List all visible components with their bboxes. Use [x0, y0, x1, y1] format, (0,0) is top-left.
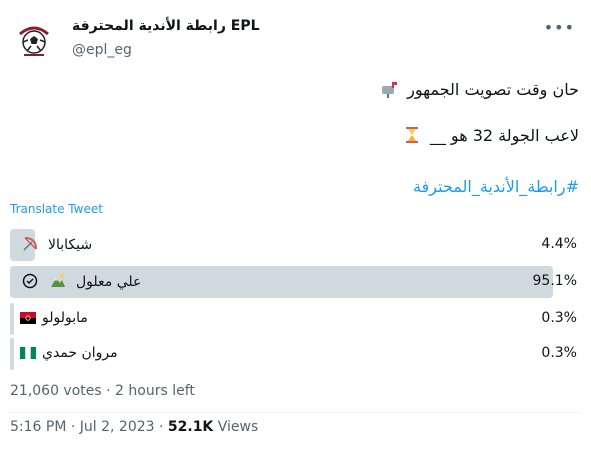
football-logo-icon [14, 20, 54, 60]
angola-flag-icon [20, 312, 36, 324]
poll-percent: 95.1% [532, 273, 577, 289]
tweet-text-1: حان وقت تصويت الجمهور [407, 80, 579, 99]
poll-bar [10, 338, 14, 370]
poll-summary: 21,060 votes · 2 hours left [10, 383, 195, 399]
mailbox-icon [380, 80, 398, 98]
bow-and-arrow-icon [20, 236, 38, 254]
poll-bar [10, 303, 14, 335]
poll-option-3[interactable]: مابولولو 0.3% [10, 303, 581, 335]
option-text: مروان حمدي [42, 345, 118, 361]
poll-option-label: شيكابالا [20, 236, 92, 254]
option-text: شيكابالا [48, 237, 93, 253]
views-count[interactable]: 52.1K [168, 419, 213, 435]
avatar[interactable] [14, 20, 54, 60]
tweet-header: رابطة الأندية المحترفة EPL @epl_eg ••• [10, 12, 581, 62]
tweet-line-1: حان وقت تصويت الجمهور [380, 80, 579, 99]
datetime-text: 5:16 PM · Jul 2, 2023 · [10, 419, 168, 435]
poll-percent: 4.4% [541, 236, 577, 252]
divider [10, 412, 581, 413]
more-icon[interactable]: ••• [544, 18, 575, 37]
tweet-line-2: لاعب الجولة 32 هو __ [403, 126, 579, 145]
translate-tweet-link[interactable]: Translate Tweet [10, 202, 103, 216]
poll-percent: 0.3% [541, 310, 577, 326]
account-name-text: رابطة الأندية المحترفة EPL [72, 18, 260, 34]
poll-option-label: علي معلول [20, 273, 141, 291]
views-label: Views [213, 419, 259, 435]
hourglass-icon [403, 126, 421, 144]
tweet-timestamp[interactable]: 5:16 PM · Jul 2, 2023 · 52.1K Views [10, 419, 258, 435]
nigeria-flag-icon [20, 347, 36, 359]
option-text: مابولولو [42, 310, 88, 326]
mountain-icon [48, 273, 66, 291]
poll-option-4[interactable]: مروان حمدي 0.3% [10, 338, 581, 370]
hashtag-link[interactable]: #رابطة_الأندية_المحترفة [413, 177, 579, 196]
check-circle-icon [20, 273, 38, 291]
poll-option-label: مروان حمدي [20, 345, 118, 361]
account-name[interactable]: رابطة الأندية المحترفة EPL [72, 18, 260, 34]
poll-percent: 0.3% [541, 345, 577, 361]
poll-option-label: مابولولو [20, 310, 88, 326]
poll-option-2[interactable]: علي معلول 95.1% [10, 266, 581, 298]
account-handle[interactable]: @epl_eg [72, 42, 132, 58]
tweet-text-2: لاعب الجولة 32 هو __ [429, 126, 579, 145]
poll-option-1[interactable]: شيكابالا 4.4% [10, 229, 581, 261]
option-text: علي معلول [76, 274, 142, 290]
